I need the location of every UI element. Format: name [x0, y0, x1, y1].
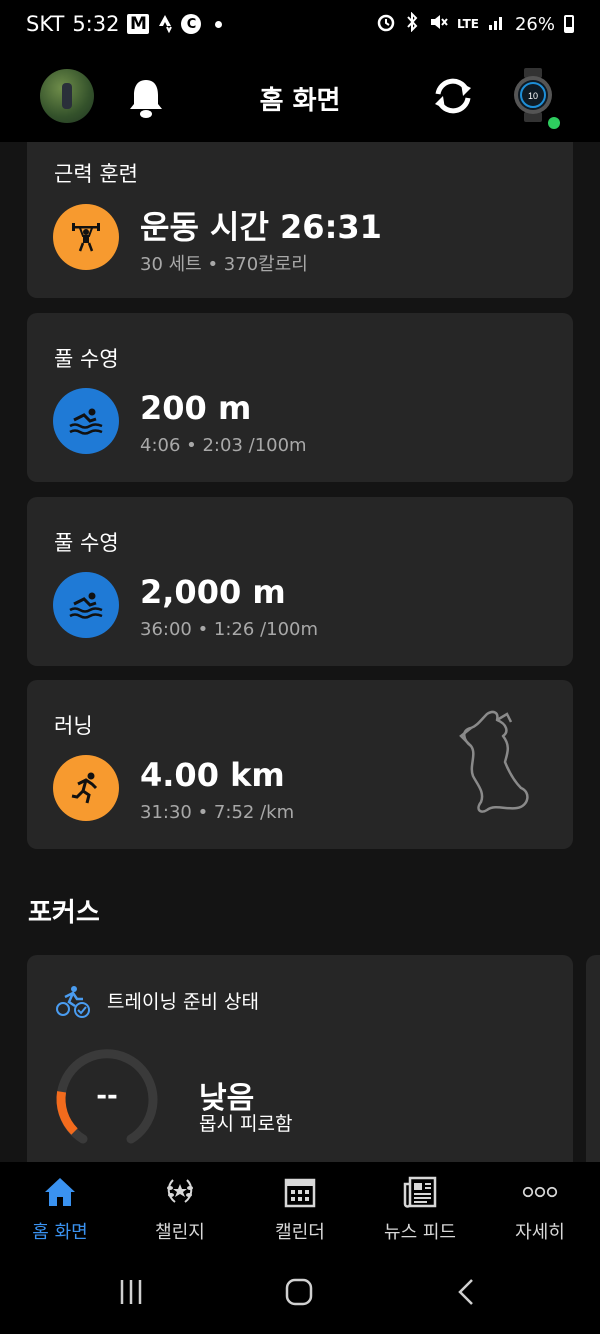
battery-percent: 26% [514, 13, 555, 35]
calendar-icon [282, 1174, 318, 1210]
network-label: LTE [456, 17, 479, 31]
next-focus-card[interactable] [586, 955, 600, 1162]
c-app-icon: C [181, 14, 202, 34]
swim-icon [53, 572, 119, 638]
card-title: 트레이닝 준비 상태 [107, 991, 259, 1013]
training-readiness-card[interactable]: 트레이닝 준비 상태 -- 낮음 몹시 피로함 [27, 955, 573, 1162]
readiness-score: -- [96, 1081, 118, 1111]
readiness-description: 몹시 피로함 [199, 1113, 293, 1135]
strength-icon [53, 204, 119, 270]
recent-apps-button[interactable] [101, 1272, 161, 1312]
nav-label: 자세히 [515, 1222, 565, 1243]
activity-card-strength[interactable]: 근력 훈련 운동 시간 26:31 30 세트 • 370칼로리 [27, 142, 573, 298]
nav-label: 홈 화면 [32, 1222, 88, 1243]
nav-newsfeed[interactable]: 뉴스 피드 [360, 1162, 480, 1248]
nav-calendar[interactable]: 캘린더 [240, 1162, 360, 1248]
activity-main-value: 2,000 m [140, 573, 286, 611]
system-nav-bar [0, 1248, 600, 1334]
mute-icon [428, 12, 448, 37]
nav-challenges[interactable]: 챌린지 [120, 1162, 240, 1248]
home-button[interactable] [269, 1272, 329, 1312]
activity-type: 러닝 [54, 714, 93, 738]
activity-sub-value: 30 세트 • 370칼로리 [140, 254, 308, 275]
activity-main-value: 200 m [140, 389, 252, 427]
watch-icon[interactable]: 10 [512, 68, 554, 122]
carrier-label: SKT [26, 12, 65, 36]
swim-icon [53, 388, 119, 454]
strava-icon [157, 14, 173, 34]
route-map-thumbnail [459, 710, 529, 813]
signal-icon [488, 13, 506, 36]
nav-label: 챌린지 [155, 1222, 205, 1243]
bluetooth-icon [405, 11, 419, 37]
nav-home[interactable]: 홈 화면 [0, 1162, 120, 1248]
bottom-nav: 홈 화면 챌린지 캘린더 뉴스 피드 자세히 [0, 1162, 600, 1248]
page-title: 홈 화면 [259, 86, 341, 116]
back-button[interactable] [437, 1272, 497, 1312]
run-icon [53, 755, 119, 821]
gmail-icon: M [127, 14, 150, 34]
activity-card-swim[interactable]: 풀 수영 200 m 4:06 • 2:03 /100m [27, 313, 573, 482]
home-icon [42, 1174, 78, 1210]
alarm-icon [376, 12, 396, 37]
online-status-dot [548, 117, 560, 129]
sync-icon[interactable] [430, 76, 476, 116]
activity-type: 풀 수영 [54, 531, 119, 555]
newsfeed-icon [402, 1174, 438, 1210]
clock: 5:32 [72, 12, 120, 36]
activity-main-value: 운동 시간 26:31 [140, 208, 382, 246]
battery-icon [564, 15, 574, 33]
activity-sub-value: 36:00 • 1:26 /100m [140, 619, 319, 640]
app-header: 홈 화면 10 [0, 48, 600, 142]
laurel-icon [162, 1174, 198, 1210]
activity-card-run[interactable]: 러닝 4.00 km 31:30 • 7:52 /km [27, 680, 573, 849]
more-notifications-dot [215, 20, 223, 28]
cycling-check-icon [55, 985, 91, 1019]
nav-label: 뉴스 피드 [384, 1222, 456, 1243]
status-bar: SKT 5:32 M C LTE 26% [0, 0, 600, 48]
activity-type: 풀 수영 [54, 347, 119, 371]
more-icon [522, 1174, 558, 1210]
activity-sub-value: 31:30 • 7:52 /km [140, 802, 295, 823]
activity-main-value: 4.00 km [140, 756, 285, 794]
section-title: 포커스 [28, 898, 100, 928]
svg-text:10: 10 [528, 91, 538, 101]
nav-label: 캘린더 [275, 1222, 325, 1243]
activity-type: 근력 훈련 [54, 162, 138, 186]
activity-sub-value: 4:06 • 2:03 /100m [140, 435, 307, 456]
activity-card-swim[interactable]: 풀 수영 2,000 m 36:00 • 1:26 /100m [27, 497, 573, 666]
nav-more[interactable]: 자세히 [480, 1162, 600, 1248]
main-content[interactable]: 근력 훈련 운동 시간 26:31 30 세트 • 370칼로리 풀 수영 20… [0, 142, 600, 1162]
